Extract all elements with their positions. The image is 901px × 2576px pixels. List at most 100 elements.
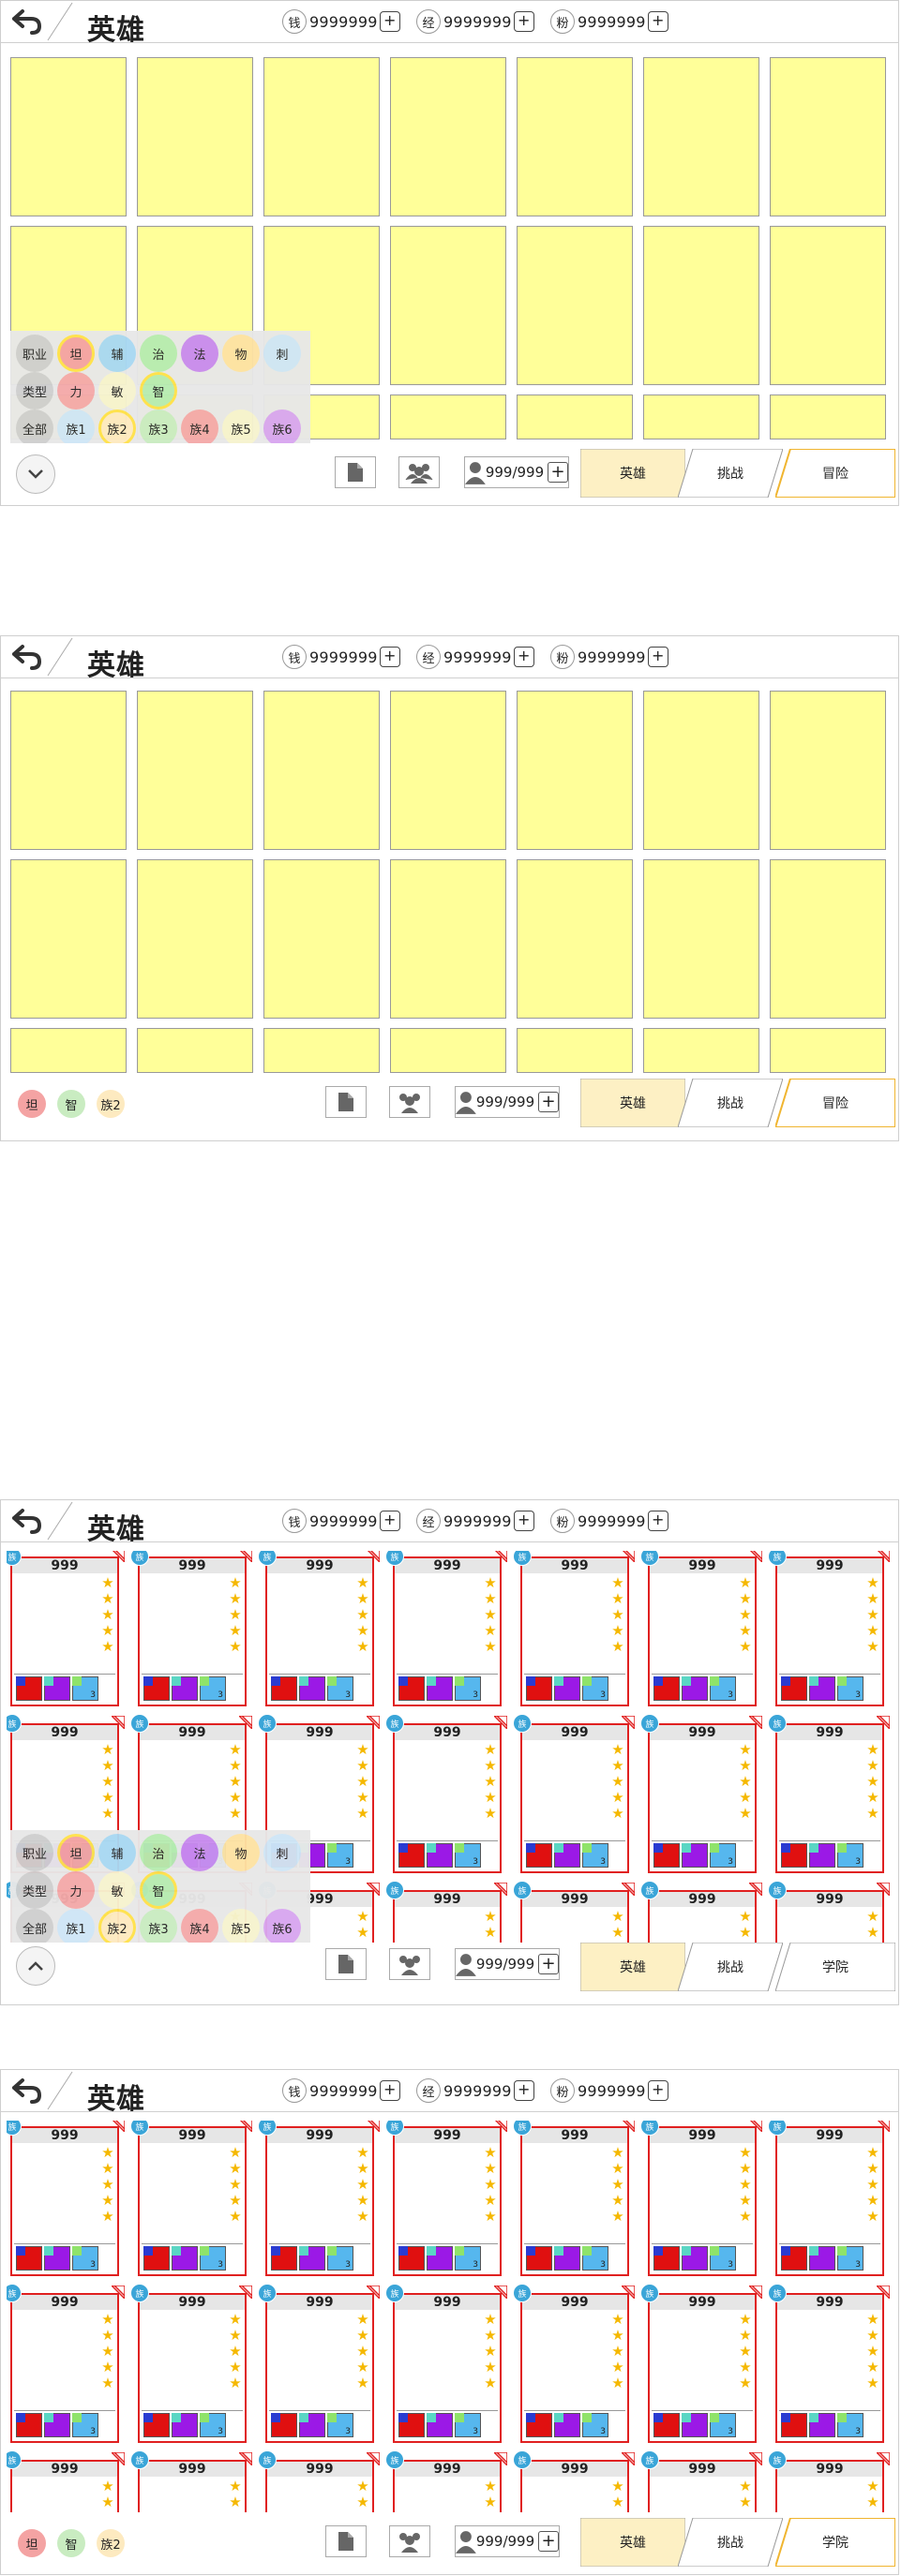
filter-label-all[interactable]: 全部 xyxy=(16,409,53,447)
add-money-button[interactable]: + xyxy=(379,647,400,667)
filter-tribe-6[interactable]: 族6 xyxy=(263,1909,301,1946)
hero-slot[interactable] xyxy=(517,859,633,1019)
filter-mage[interactable]: 法 xyxy=(181,1834,218,1871)
hero-card[interactable]: 999★★★★★3族 xyxy=(385,2121,507,2280)
hero-slot[interactable] xyxy=(643,859,759,1019)
add-exp-button[interactable]: + xyxy=(513,11,534,32)
active-filter-tribe-2[interactable]: 族2 xyxy=(97,2529,125,2557)
add-fans-button[interactable]: + xyxy=(647,11,668,32)
hero-slot[interactable] xyxy=(10,1028,127,1073)
expand-roster-button[interactable]: + xyxy=(548,462,568,483)
hero-slot[interactable] xyxy=(263,859,380,1019)
filter-intellect[interactable]: 智 xyxy=(140,1871,177,1909)
hero-card[interactable]: 999★★★★★3族 xyxy=(513,2284,635,2447)
hero-slot[interactable] xyxy=(137,1028,253,1073)
hero-card[interactable]: 999★★★★★3族 xyxy=(258,1551,380,1710)
tab-academy[interactable]: 学院 xyxy=(775,1943,895,1991)
hero-card[interactable]: 999★★★★★3族 xyxy=(640,2450,762,2518)
hero-slot[interactable] xyxy=(517,57,633,216)
tab-challenge[interactable]: 挑战 xyxy=(678,1943,783,1991)
hero-slot[interactable] xyxy=(643,691,759,850)
filter-mage[interactable]: 法 xyxy=(181,335,218,372)
hero-slot[interactable] xyxy=(390,859,506,1019)
hero-card[interactable]: 999★★★★★3族 xyxy=(385,1881,507,1943)
filter-tribe-5[interactable]: 族5 xyxy=(222,409,260,447)
filter-agility[interactable]: 敏 xyxy=(98,372,136,409)
hero-card[interactable]: 999★★★★★3族 xyxy=(385,2450,507,2518)
filter-physical[interactable]: 物 xyxy=(222,1834,260,1871)
hero-card[interactable]: 999★★★★★3族 xyxy=(385,1714,507,1877)
collapse-filter-button[interactable] xyxy=(16,454,55,494)
hero-card[interactable]: 999★★★★★3族 xyxy=(7,2284,125,2447)
hero-slot[interactable] xyxy=(517,691,633,850)
filter-tribe-1[interactable]: 族1 xyxy=(57,409,95,447)
tab-heroes[interactable]: 英雄 xyxy=(580,1943,685,1991)
filter-assassin[interactable]: 刺 xyxy=(263,335,301,372)
tab-challenge[interactable]: 挑战 xyxy=(678,449,783,498)
hero-card[interactable]: 999★★★★★3族 xyxy=(130,2284,252,2447)
hero-card[interactable]: 999★★★★★3族 xyxy=(768,1714,890,1877)
filter-strength[interactable]: 力 xyxy=(57,372,95,409)
hero-slot[interactable] xyxy=(137,859,253,1019)
tab-heroes[interactable]: 英雄 xyxy=(580,2518,685,2567)
filter-tribe-4[interactable]: 族4 xyxy=(181,1909,218,1946)
filter-tribe-5[interactable]: 族5 xyxy=(222,1909,260,1946)
tab-heroes[interactable]: 英雄 xyxy=(580,1079,685,1127)
add-exp-button[interactable]: + xyxy=(513,647,534,667)
team-button[interactable] xyxy=(398,456,440,488)
hero-card-grid[interactable]: 999 ★ ★ ★ ★ ★ 3 族 999 ★ ★ ★ ★ ★ 3 族 999 ★ ★ ★ ★ ★ 3 族 999 ★ ★ ★ ★ ★ 3 族… xyxy=(7,2121,897,2518)
active-filter-tank[interactable]: 坦 xyxy=(18,2529,46,2557)
hero-card[interactable]: 999★★★★★3族 xyxy=(130,2450,252,2518)
hero-card[interactable]: 999★★★★★3族 xyxy=(130,1551,252,1710)
hero-slot[interactable] xyxy=(390,57,506,216)
hero-card[interactable]: 999★★★★★3族 xyxy=(513,2450,635,2518)
hero-slot[interactable] xyxy=(770,57,886,216)
tab-challenge[interactable]: 挑战 xyxy=(678,1079,783,1127)
hero-slot[interactable] xyxy=(517,1028,633,1073)
hero-card[interactable]: 999★★★★★3族 xyxy=(7,2121,125,2280)
tab-challenge[interactable]: 挑战 xyxy=(678,2518,783,2567)
filter-tribe-1[interactable]: 族1 xyxy=(57,1909,95,1946)
hero-slot[interactable] xyxy=(517,226,633,385)
add-fans-button[interactable]: + xyxy=(647,2080,668,2101)
hero-card[interactable]: 999★★★★★3族 xyxy=(640,2121,762,2280)
hero-slot[interactable] xyxy=(137,691,253,850)
expand-roster-button[interactable]: + xyxy=(538,2531,559,2552)
hero-slot[interactable] xyxy=(263,57,380,216)
hero-card[interactable]: 999★★★★★3族 xyxy=(768,2284,890,2447)
hero-card[interactable]: 999★★★★★3族 xyxy=(640,1551,762,1710)
add-money-button[interactable]: + xyxy=(379,11,400,32)
hero-slot[interactable] xyxy=(390,1028,506,1073)
hero-card[interactable]: 999★★★★★3族 xyxy=(7,1551,125,1710)
hero-slot[interactable] xyxy=(770,226,886,385)
expand-roster-button[interactable]: + xyxy=(538,1092,559,1112)
tab-heroes[interactable]: 英雄 xyxy=(580,449,685,498)
hero-card[interactable]: 999★★★★★3族 xyxy=(258,2450,380,2518)
hero-slot[interactable] xyxy=(137,57,253,216)
hero-card[interactable]: 999★★★★★3族 xyxy=(385,2284,507,2447)
hero-slot[interactable] xyxy=(390,395,506,439)
team-button[interactable] xyxy=(389,1948,430,1980)
hero-card[interactable]: 999★★★★★3族 xyxy=(385,1551,507,1710)
active-filter-intellect[interactable]: 智 xyxy=(57,2529,85,2557)
hero-card[interactable]: 999★★★★★3族 xyxy=(130,2121,252,2280)
hero-slot[interactable] xyxy=(263,691,380,850)
back-arrow-icon[interactable] xyxy=(10,644,42,670)
filter-label-all[interactable]: 全部 xyxy=(16,1909,53,1946)
add-exp-button[interactable]: + xyxy=(513,2080,534,2101)
hero-card[interactable]: 999★★★★★3族 xyxy=(640,2284,762,2447)
add-fans-button[interactable]: + xyxy=(647,1511,668,1531)
filter-tank[interactable]: 坦 xyxy=(57,335,95,372)
hero-slot[interactable] xyxy=(770,395,886,439)
hero-slot[interactable] xyxy=(10,859,127,1019)
filter-healer[interactable]: 治 xyxy=(140,1834,177,1871)
hero-card[interactable]: 999★★★★★3族 xyxy=(768,2450,890,2518)
hero-slot[interactable] xyxy=(643,395,759,439)
filter-agility[interactable]: 敏 xyxy=(98,1871,136,1909)
tab-adventure[interactable]: 冒险 xyxy=(775,449,895,498)
hero-slot[interactable] xyxy=(263,1028,380,1073)
expand-roster-button[interactable]: + xyxy=(538,1954,559,1974)
filter-tank[interactable]: 坦 xyxy=(57,1834,95,1871)
hero-slot[interactable] xyxy=(643,57,759,216)
hero-card[interactable]: 999★★★★★3族 xyxy=(513,1551,635,1710)
